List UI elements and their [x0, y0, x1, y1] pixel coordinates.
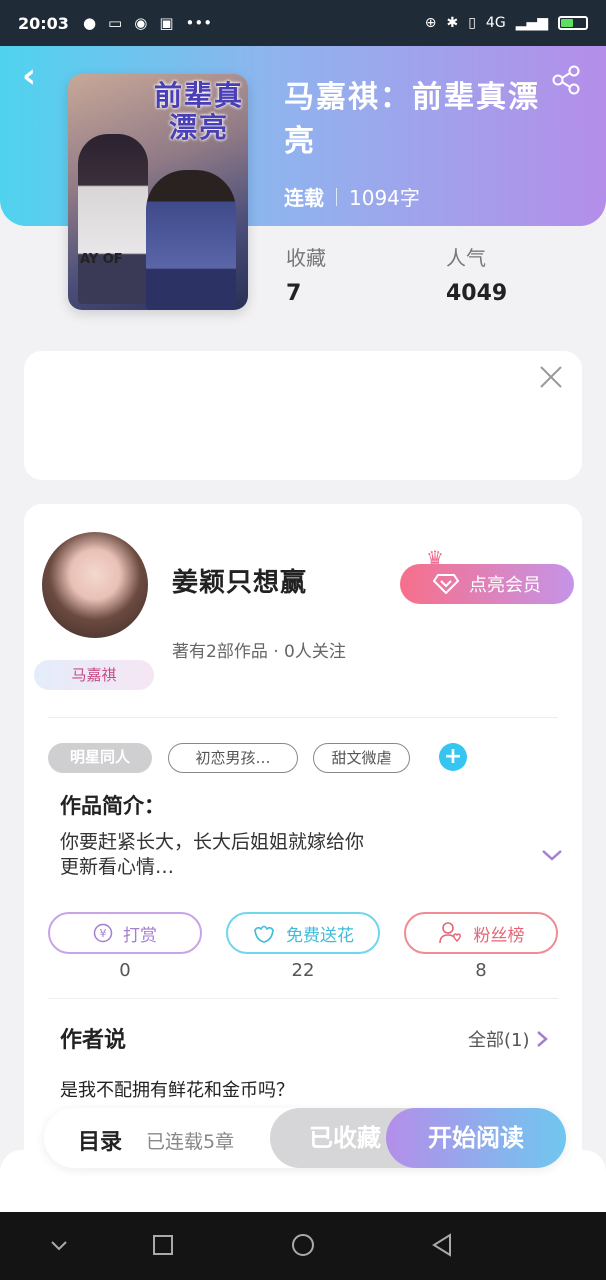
status-notification-icons: ● ▭ ◉ ▣ •••: [83, 14, 212, 32]
send-flower-button[interactable]: 免费送花: [226, 912, 380, 954]
yen-icon: ¥: [93, 923, 113, 943]
bluetooth-icon: ✱: [446, 15, 459, 31]
chevron-down-icon[interactable]: [44, 1230, 74, 1260]
catalog-chapters[interactable]: 已连载5章: [146, 1127, 234, 1154]
divider: [48, 998, 558, 999]
diamond-icon: [433, 574, 459, 594]
author-name[interactable]: 姜颖只想赢: [172, 562, 307, 599]
share-icon[interactable]: [550, 64, 582, 96]
stat-popularity-label: 人气: [446, 246, 486, 270]
chevron-down-icon[interactable]: [540, 845, 564, 865]
recents-icon[interactable]: [148, 1230, 178, 1260]
catalog-button[interactable]: 目录: [78, 1124, 122, 1156]
fan-count: 8: [475, 960, 487, 981]
flower-icon: [254, 925, 274, 943]
book-status: 连载: [284, 186, 324, 210]
vip-button[interactable]: 点亮会员: [400, 564, 574, 604]
ad-card: [24, 351, 582, 480]
cover-figure-girl: [146, 170, 236, 310]
send-flower-label: 免费送花: [286, 925, 354, 946]
cover-title: 前辈真漂亮: [153, 79, 244, 144]
chevron-right-icon: [536, 1031, 548, 1047]
book-cover[interactable]: AY OF 前辈真漂亮: [68, 74, 248, 310]
close-icon[interactable]: [538, 364, 564, 390]
stat-favorites-value: 7: [286, 281, 302, 306]
reward-label: 打赏: [123, 925, 157, 946]
author-badge: 马嘉祺: [34, 660, 154, 690]
battery-fill: [561, 19, 573, 27]
back-arrow-icon[interactable]: ‹: [22, 59, 52, 93]
battery-icon: [558, 16, 588, 30]
status-system-icons: ⊕ ✱ ▯ 4G ▂▄▆: [425, 15, 588, 31]
vip-button-label: 点亮会员: [469, 575, 541, 596]
folder-icon: ▭: [108, 14, 123, 32]
network-label: 4G: [485, 15, 506, 31]
meta-divider: [336, 187, 337, 206]
stat-favorites-label: 收藏: [286, 246, 326, 270]
reward-count: 0: [119, 960, 131, 981]
author-avatar[interactable]: [42, 532, 148, 638]
add-tag-icon[interactable]: +: [439, 743, 467, 771]
intro-label: 作品简介：: [60, 794, 165, 818]
back-icon[interactable]: [428, 1230, 458, 1260]
stat-favorites: 收藏 7: [286, 242, 326, 306]
home-icon[interactable]: [288, 1230, 318, 1260]
cover-shirt-text: AY OF: [80, 252, 123, 267]
book-meta: 连载 1094字: [284, 182, 420, 211]
start-reading-button[interactable]: 开始阅读: [386, 1108, 566, 1168]
stat-popularity: 人气 4049: [446, 242, 507, 306]
reward-button[interactable]: ¥ 打赏: [48, 912, 202, 954]
tag-first-love[interactable]: 初恋男孩…: [168, 743, 298, 773]
book-title: 马嘉祺：前辈真漂亮: [284, 80, 540, 159]
tag-sweet[interactable]: 甜文微虐: [313, 743, 410, 773]
intro-text: 你要赶紧长大，长大后姐姐就嫁给你 更新看心情…: [60, 831, 365, 878]
tag-star-fanfic[interactable]: 明星同人: [48, 743, 152, 773]
more-icon: •••: [185, 14, 213, 32]
book-word-count: 1094字: [349, 186, 420, 210]
fan-ranking-label: 粉丝榜: [473, 925, 525, 946]
status-bar: 20:03 ● ▭ ◉ ▣ ••• ⊕ ✱ ▯ 4G ▂▄▆: [0, 0, 606, 46]
fan-icon: [438, 922, 461, 944]
balloon-icon: ●: [82, 14, 97, 32]
stat-popularity-value: 4049: [446, 281, 508, 306]
svg-text:¥: ¥: [100, 927, 107, 940]
status-time: 20:03: [18, 13, 69, 33]
flower-count: 22: [291, 960, 315, 981]
author-works-info: 著有2部作品 · 0人关注: [172, 642, 346, 662]
author-say-label: 作者说: [60, 1028, 127, 1053]
author-say-all-label: 全部(1): [468, 1030, 530, 1051]
calendar-icon: ▣: [159, 14, 174, 32]
fan-ranking-button[interactable]: 粉丝榜: [404, 912, 558, 954]
author-say-text: 是我不配拥有鲜花和金币吗？: [60, 1080, 294, 1101]
author-say-all-link[interactable]: 全部(1): [468, 1026, 548, 1052]
chat-icon: ◉: [134, 14, 148, 32]
sync-icon: ⊕: [424, 15, 437, 31]
vibrate-icon: ▯: [468, 15, 476, 31]
divider: [48, 717, 558, 718]
cover-figure-boy: [78, 134, 148, 304]
signal-icon: ▂▄▆: [515, 15, 548, 31]
